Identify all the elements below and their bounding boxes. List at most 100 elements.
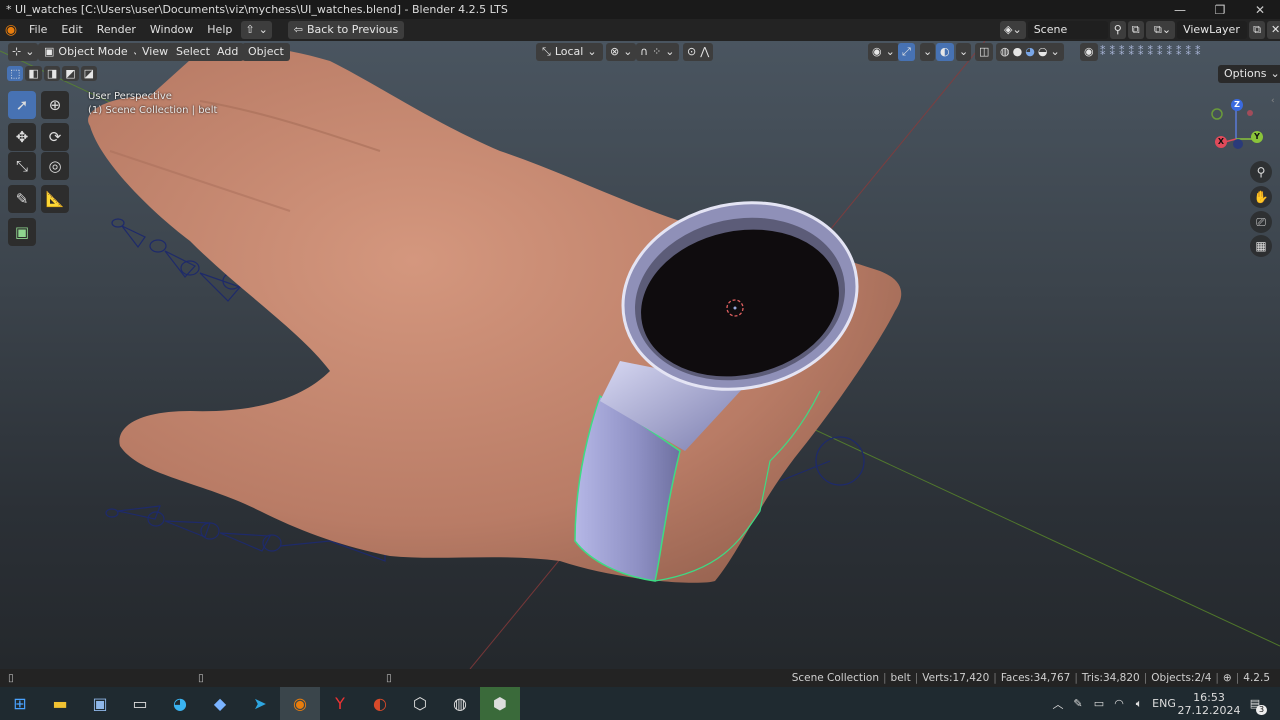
clock[interactable]: 16:53 27.12.2024 bbox=[1178, 687, 1241, 720]
perspective-grid-icon[interactable]: ▦ bbox=[1250, 235, 1272, 257]
new-scene-icon[interactable]: ⧉ bbox=[1127, 21, 1144, 39]
zoom-icon[interactable]: ⚲ bbox=[1250, 161, 1272, 183]
game-app-icon[interactable]: ◐ bbox=[360, 687, 400, 720]
gizmo-dropdown[interactable]: ⌄ bbox=[920, 43, 936, 61]
menu-help[interactable]: Help bbox=[200, 19, 239, 41]
rotate-tool[interactable]: ⟳ bbox=[41, 123, 69, 151]
menu-file[interactable]: File bbox=[22, 19, 54, 41]
menu-edit[interactable]: Edit bbox=[54, 19, 89, 41]
select-invert-icon[interactable]: ◩ bbox=[62, 66, 79, 81]
navigation-gizmo[interactable]: Z Y X bbox=[1206, 99, 1270, 155]
unity-icon[interactable]: ⬡ bbox=[400, 687, 440, 720]
measure-tool[interactable]: 📐 bbox=[41, 185, 69, 213]
select-subtract-icon[interactable]: ◨ bbox=[43, 66, 61, 81]
editor-type-dropdown[interactable]: ⊹ ⌄ bbox=[8, 43, 39, 61]
back-to-previous-button[interactable]: ⇦ Back to Previous bbox=[287, 21, 405, 39]
options-dropdown[interactable]: Options ⌄ bbox=[1218, 65, 1280, 83]
overlays-dropdown[interactable]: ⌄ bbox=[956, 43, 972, 61]
blender-logo-icon[interactable]: ◉ bbox=[0, 22, 22, 38]
menu-select[interactable]: Select bbox=[170, 43, 216, 61]
xray-toggle[interactable]: ◫ bbox=[975, 43, 994, 61]
pen-icon[interactable]: ✎ bbox=[1070, 687, 1086, 720]
select-intersect-icon[interactable]: ◪ bbox=[80, 66, 98, 81]
filter-icon[interactable]: ⁑ bbox=[1119, 45, 1125, 58]
camera-view-icon[interactable]: ⎚ bbox=[1250, 211, 1272, 233]
mode-dropdown[interactable]: ▣Object Mode⌄ bbox=[38, 43, 147, 61]
menu-window[interactable]: Window bbox=[143, 19, 200, 41]
filter-icon[interactable]: ⁑ bbox=[1138, 45, 1144, 58]
menu-view[interactable]: View bbox=[136, 43, 175, 61]
filter-icon[interactable]: ⁑ bbox=[1157, 45, 1163, 58]
filter-icon[interactable]: ⁑ bbox=[1100, 45, 1106, 58]
windows-start-icon[interactable]: ⊞ bbox=[0, 687, 40, 720]
scene-selector-icon[interactable]: ◈⌄ bbox=[1000, 21, 1026, 39]
battery-icon[interactable]: ▭ bbox=[1090, 687, 1108, 720]
visibility-eye-toggle[interactable]: ◉ bbox=[1080, 43, 1098, 61]
visibility-dropdown[interactable]: ◉ ⌄ bbox=[868, 43, 899, 61]
select-extend-icon[interactable]: ◧ bbox=[25, 66, 42, 81]
select-new-icon[interactable]: ⬚ bbox=[7, 66, 24, 81]
browser-icon[interactable]: ◕ bbox=[160, 687, 200, 720]
select-box-tool[interactable]: ➚ bbox=[8, 91, 36, 119]
file-explorer-icon[interactable]: ▬ bbox=[40, 687, 80, 720]
filter-icon[interactable]: ⁑ bbox=[1167, 45, 1173, 58]
notes-app-icon[interactable]: ◆ bbox=[200, 687, 240, 720]
steam-icon[interactable]: ◍ bbox=[440, 687, 480, 720]
remote-desktop-icon[interactable]: ▣ bbox=[80, 687, 120, 720]
yandex-browser-icon[interactable]: Y bbox=[320, 687, 360, 720]
new-viewlayer-icon[interactable]: ⧉ bbox=[1249, 21, 1265, 39]
filter-icon[interactable]: ⁑ bbox=[1110, 45, 1116, 58]
telegram-icon[interactable]: ➤ bbox=[240, 687, 280, 720]
move-tool[interactable]: ✥ bbox=[8, 123, 36, 151]
overlays-toggle[interactable]: ◐ bbox=[936, 43, 954, 61]
workspace-dropdown[interactable]: ⇧ ⌄ bbox=[241, 21, 272, 39]
filter-icon[interactable]: ⁑ bbox=[1148, 45, 1154, 58]
rendered-shading-icon[interactable]: ◒ bbox=[1038, 43, 1048, 61]
orientation-icon: ⤡ bbox=[542, 45, 551, 58]
transform-orientation-dropdown[interactable]: ⤡ Local ⌄ bbox=[536, 43, 603, 61]
gizmo-y-axis[interactable]: Y bbox=[1251, 131, 1263, 143]
add-cube-tool[interactable]: ▣ bbox=[8, 218, 36, 246]
menu-add[interactable]: Add bbox=[211, 43, 245, 61]
material-shading-icon[interactable]: ◕ bbox=[1025, 43, 1035, 61]
sidebar-toggle-icon[interactable]: ‹ bbox=[1271, 96, 1275, 106]
transform-tool[interactable]: ◎ bbox=[41, 152, 69, 180]
filter-icon[interactable]: ⁑ bbox=[1129, 45, 1135, 58]
menu-object[interactable]: Object bbox=[242, 43, 290, 61]
shading-modes[interactable]: ◍ ● ◕ ◒ ⌄ bbox=[996, 43, 1064, 61]
pivot-point-dropdown[interactable]: ⊗ ⌄ bbox=[606, 43, 637, 61]
wifi-icon[interactable]: ◠ bbox=[1110, 687, 1128, 720]
wireframe-shading-icon[interactable]: ◍ bbox=[1000, 43, 1010, 61]
gizmo-z-axis[interactable]: Z bbox=[1231, 99, 1243, 111]
terminal-icon[interactable]: ▭ bbox=[120, 687, 160, 720]
cursor-tool[interactable]: ⊕ bbox=[41, 91, 69, 119]
tray-chevron-up-icon[interactable]: ︿ bbox=[1050, 687, 1066, 720]
filter-icon[interactable]: ⁑ bbox=[1176, 45, 1182, 58]
viewlayer-field[interactable]: ViewLayer bbox=[1177, 21, 1248, 39]
clock-time: 16:53 bbox=[1193, 690, 1225, 704]
menu-render[interactable]: Render bbox=[90, 19, 143, 41]
gizmo-x-axis[interactable]: X bbox=[1215, 136, 1227, 148]
close-button[interactable]: ✕ bbox=[1240, 0, 1280, 19]
volume-icon[interactable]: 🔈︎ bbox=[1130, 687, 1148, 720]
filter-icon[interactable]: ⁑ bbox=[1195, 45, 1201, 58]
3d-viewport[interactable]: ⊹⌄ ▣Object Mode⌄ View Select Add Object … bbox=[0, 41, 1280, 669]
solid-shading-icon[interactable]: ● bbox=[1013, 43, 1023, 61]
annotate-tool[interactable]: ✎ bbox=[8, 185, 36, 213]
unity-hub-icon[interactable]: ⬢ bbox=[480, 687, 520, 720]
gizmo-toggle[interactable]: ⤢ bbox=[898, 43, 915, 61]
delete-viewlayer-icon[interactable]: ✕ bbox=[1266, 21, 1280, 39]
snap-dropdown[interactable]: ∩ ⁘ ⌄ bbox=[636, 43, 679, 61]
filter-icon[interactable]: ⁑ bbox=[1186, 45, 1192, 58]
pin-icon[interactable]: ⚲ bbox=[1109, 21, 1126, 39]
language-indicator[interactable]: ENG bbox=[1151, 687, 1177, 720]
scene-field[interactable]: Scene bbox=[1027, 21, 1108, 39]
maximize-button[interactable]: ❐ bbox=[1200, 0, 1240, 19]
pan-hand-icon[interactable]: ✋ bbox=[1250, 186, 1272, 208]
proportional-edit-button[interactable]: ⊙ ⋀ bbox=[683, 43, 714, 61]
blender-taskbar-icon[interactable]: ◉ bbox=[280, 687, 320, 720]
minimize-button[interactable]: — bbox=[1160, 0, 1200, 19]
notifications-icon[interactable]: ▤ 3 bbox=[1242, 687, 1268, 720]
scale-tool[interactable]: ⤡ bbox=[8, 152, 36, 180]
viewlayer-selector-icon[interactable]: ⧉⌄ bbox=[1150, 21, 1176, 39]
